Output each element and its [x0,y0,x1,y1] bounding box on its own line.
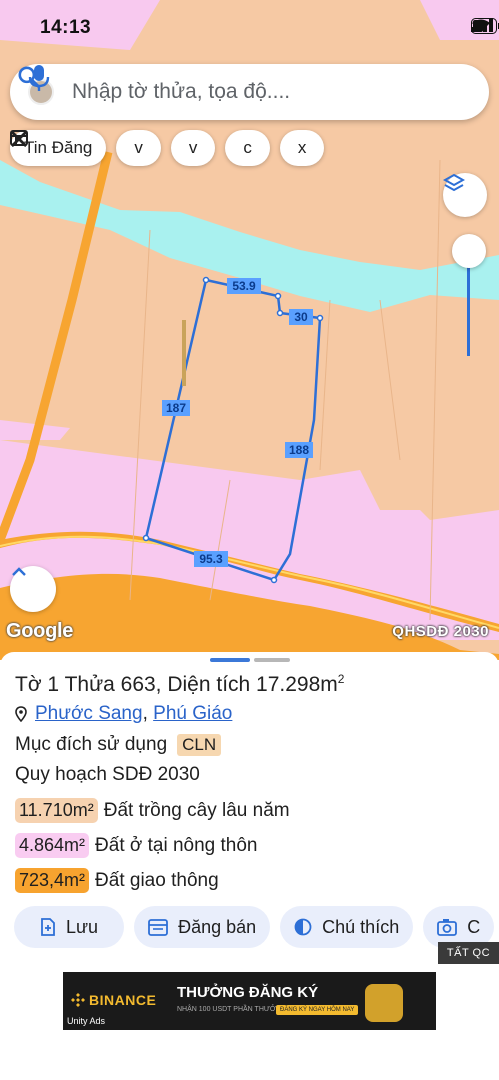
area-unit-sup: 2 [337,672,345,686]
edge-label-top: 53.9 [232,279,256,293]
search-bar[interactable] [10,64,489,120]
calendar-icon [148,919,168,936]
zone-label: Đất giao thông [95,869,219,891]
layers-button[interactable] [443,173,487,217]
chip-label: x [297,138,307,157]
save-button[interactable]: Lưu [14,906,125,948]
purpose-code-badge: CLN [177,734,222,756]
location-separator: , [142,703,148,724]
parcel-location: Phước Sang, Phú Giáo [15,703,232,725]
chip-tool-1[interactable]: v [11,130,161,166]
location-pin-icon [15,706,27,722]
post-sale-button[interactable]: Đăng bán [134,906,271,948]
plan-heading: Quy hoạch SDĐ 2030 [15,764,200,785]
battery-icon [471,18,499,34]
ad-sdk-label: Unity Ads [67,1016,106,1026]
action-buttons: Lưu Đăng bán Chú thích C [14,906,495,948]
search-input[interactable] [72,80,392,104]
chip-tool-4[interactable]: x [11,130,325,166]
save-icon [41,918,55,936]
parcel-title-text: Tờ 1 Thửa 663, Diện tích 17.298m [15,673,338,696]
edge-label-left: 187 [166,401,186,415]
ad-brand: BINANCE [89,992,157,1008]
zone-area: 11.710m² [15,798,98,823]
legend-label: Chú thích [322,916,400,937]
status-bar: 14:13 [0,0,499,56]
plan-layer-label: QHSDĐ 2030 [392,623,489,640]
ad-banner[interactable]: BINANCE THƯỞNG ĐĂNG KÝ NHẬN 100 USDT PHẦ… [63,972,436,1030]
collapse-button[interactable] [10,566,56,612]
layers-icon [443,173,465,192]
microphone-icon[interactable] [28,64,50,92]
ad-image [365,984,403,1022]
purpose-label: Mục đích sử dụng [15,734,168,755]
zone-area: 4.864m² [15,833,90,858]
tools-icon [11,131,27,147]
zone-row: 11.710m² Đất trồng cây lâu năm [15,798,290,823]
filter-chips: Tin Đăng v v c x [10,130,325,166]
ad-cta-button[interactable]: ĐĂNG KÝ NGAY HÔM NAY [276,1005,359,1015]
camera-label: C [467,916,481,937]
ad-headline: THƯỞNG ĐĂNG KÝ [177,984,319,1001]
parcel-title: Tờ 1 Thửa 663, Diện tích 17.298m2 [15,672,344,697]
opacity-slider-thumb[interactable] [452,234,486,268]
chip-tool-2[interactable]: v [11,130,216,166]
chip-label: v [134,138,143,157]
legend-button[interactable]: Chú thích [280,906,414,948]
chip-label: Tin Đăng [24,138,93,157]
post-sale-label: Đăng bán [178,916,257,937]
map-view[interactable]: 53.9 30 187 188 95.3 14:13 Tin Đăng [0,0,499,660]
legend-icon [294,918,312,936]
camera-icon [437,919,458,936]
zone-row: 4.864m² Đất ở tại nông thôn [15,833,258,858]
edge-label-top-right: 30 [294,310,308,324]
chevron-up-icon [12,567,26,576]
chip-label: c [243,138,252,157]
chip-label: v [188,138,198,157]
google-attribution: Google [6,620,74,642]
close-ad-button[interactable]: TẤT QC [438,942,499,964]
chip-tool-3[interactable]: c [11,130,270,166]
ward-link[interactable]: Phước Sang [35,703,143,724]
save-label: Lưu [66,916,99,937]
binance-logo-icon [71,993,85,1007]
status-time: 14:13 [40,17,92,38]
edge-label-bottom: 95.3 [199,552,223,566]
zone-area: 723,4m² [15,868,90,893]
sheet-handle[interactable] [210,658,290,662]
ad-subtext: NHẬN 100 USDT PHẦN THƯỞNG [177,1006,287,1013]
zone-row: 723,4m² Đất giao thông [15,868,219,893]
zone-label: Đất ở tại nông thôn [95,834,258,856]
land-purpose: Mục đích sử dụng CLN [15,734,222,756]
zone-label: Đất trồng cây lâu năm [103,799,290,821]
edge-label-right: 188 [289,443,309,457]
district-link[interactable]: Phú Giáo [153,703,232,724]
